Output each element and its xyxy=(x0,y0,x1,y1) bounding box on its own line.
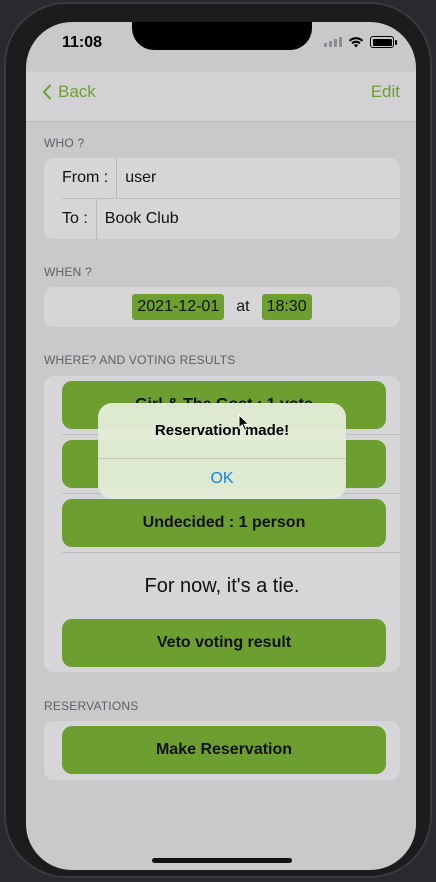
home-indicator[interactable] xyxy=(152,858,292,863)
edit-button[interactable]: Edit xyxy=(371,82,400,102)
reservations-section-label: RESERVATIONS xyxy=(44,699,139,713)
to-row: To : Book Club xyxy=(44,199,400,239)
screen: 11:08 Back Edit WHO ? From: user To: B… xyxy=(26,22,416,870)
status-icons xyxy=(324,36,397,48)
when-row: 2021-12-01 at 18:30 xyxy=(44,287,400,327)
row-divider xyxy=(62,552,400,553)
when-card: 2021-12-01 at 18:30 xyxy=(44,287,400,327)
where-section-label: WHERE? AND VOTING RESULTS xyxy=(44,353,236,367)
veto-voting-result-button[interactable]: Veto voting result xyxy=(62,619,386,667)
alert-title: Reservation made! xyxy=(154,422,290,439)
wifi-icon xyxy=(348,37,364,48)
navigation-bar: Back Edit xyxy=(26,72,416,122)
device-frame: 11:08 Back Edit WHO ? From: user To: B… xyxy=(4,2,432,878)
status-time: 11:08 xyxy=(62,34,103,51)
tie-status-text: For now, it's a tie. xyxy=(144,575,300,597)
date-picker[interactable]: 2021-12-01 xyxy=(132,294,225,320)
chevron-left-icon xyxy=(43,84,51,100)
from-field[interactable]: user xyxy=(117,169,156,187)
reservation-alert: Reservation made! OK xyxy=(98,403,346,499)
who-section-label: WHO ? xyxy=(44,136,85,150)
from-label: From : xyxy=(44,158,118,198)
back-button[interactable]: Back xyxy=(42,82,96,102)
notch xyxy=(132,22,312,50)
from-row: From : user xyxy=(44,158,400,198)
back-label: Back xyxy=(58,82,96,101)
at-label: at xyxy=(236,298,250,315)
when-section-label: WHEN ? xyxy=(44,265,92,279)
time-picker[interactable]: 18:30 xyxy=(261,294,312,320)
to-field[interactable]: Book Club xyxy=(97,210,179,228)
make-reservation-button[interactable]: Make Reservation xyxy=(62,726,386,774)
mouse-pointer-icon xyxy=(238,414,250,432)
cellular-signal-icon xyxy=(324,37,342,47)
battery-icon xyxy=(370,36,397,48)
alert-ok-button[interactable]: OK xyxy=(98,459,346,499)
to-label: To : xyxy=(44,199,97,239)
who-card: From : user To : Book Club xyxy=(44,158,400,239)
reservations-card: Make Reservation xyxy=(44,721,400,780)
undecided-button[interactable]: Undecided : 1 person xyxy=(62,499,386,547)
